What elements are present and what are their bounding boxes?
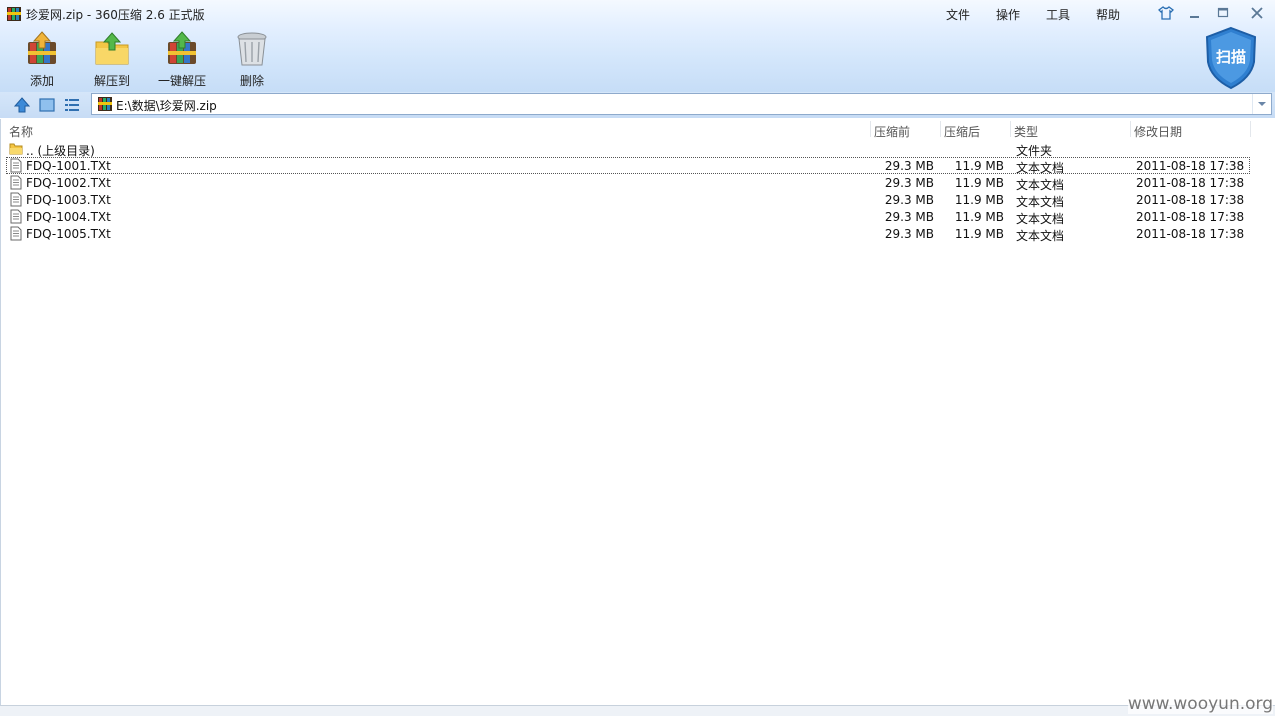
navigation-bar: E:\数据\珍爱网.zip xyxy=(0,92,1275,118)
one-click-extract-button[interactable]: 一键解压 xyxy=(150,30,214,89)
file-row[interactable]: FDQ-1002.TXt 29.3 MB 11.9 MB 文本文档 2011-08-18… xyxy=(6,174,1250,192)
delete-label: 删除 xyxy=(239,74,264,88)
column-name[interactable]: 名称 xyxy=(9,123,33,140)
status-bar xyxy=(0,705,1275,716)
file-row[interactable]: FDQ-1005.TXt 29.3 MB 11.9 MB 文本文档 2011-08-18… xyxy=(6,225,1250,243)
watermark: www.wooyun.org xyxy=(1127,694,1273,714)
menu-operation[interactable]: 操作 xyxy=(983,6,1033,23)
file-modified: 2011-08-18 17:38 xyxy=(1136,210,1245,224)
file-modified: 2011-08-18 17:38 xyxy=(1136,159,1245,173)
file-modified: 2011-08-18 17:38 xyxy=(1136,193,1245,207)
column-divider[interactable] xyxy=(1250,121,1251,137)
column-divider[interactable] xyxy=(870,121,871,137)
text-file-icon xyxy=(10,209,22,224)
file-type: 文本文档 xyxy=(1016,229,1065,243)
address-dropdown[interactable] xyxy=(1252,94,1271,114)
maximize-icon xyxy=(1217,7,1229,18)
minimize-icon xyxy=(1190,16,1199,18)
menu-tools[interactable]: 工具 xyxy=(1033,6,1083,23)
one-click-extract-label: 一键解压 xyxy=(157,74,206,88)
file-name: FDQ-1001.TXt xyxy=(26,159,111,173)
close-button[interactable] xyxy=(1245,4,1269,22)
file-name: FDQ-1002.TXt xyxy=(26,176,111,190)
extract-to-label: 解压到 xyxy=(93,74,130,88)
column-modified[interactable]: 修改日期 xyxy=(1134,123,1182,140)
column-divider[interactable] xyxy=(1130,121,1131,137)
maximize-button[interactable] xyxy=(1211,4,1235,22)
file-size-after: 11.9 MB xyxy=(954,210,1004,224)
column-divider[interactable] xyxy=(1010,121,1011,137)
archive-icon xyxy=(98,97,112,111)
extract-folder-icon xyxy=(95,32,129,65)
address-path: E:\数据\珍爱网.zip xyxy=(116,99,217,113)
file-row[interactable]: FDQ-1001.TXt 29.3 MB 11.9 MB 文本文档 2011-08-18… xyxy=(6,157,1250,175)
add-archive-icon xyxy=(28,31,56,64)
menu-bar: 文件 操作 工具 帮助 xyxy=(933,6,1133,23)
file-name: FDQ-1005.TXt xyxy=(26,227,111,241)
add-button[interactable]: 添加 xyxy=(10,30,74,89)
menu-help[interactable]: 帮助 xyxy=(1083,6,1133,23)
file-name: FDQ-1004.TXt xyxy=(26,210,111,224)
file-modified: 2011-08-18 17:38 xyxy=(1136,176,1245,190)
text-file-icon xyxy=(10,175,22,190)
up-arrow-icon[interactable] xyxy=(13,96,31,114)
file-modified: 2011-08-18 17:38 xyxy=(1136,227,1245,241)
large-icon-view-icon[interactable] xyxy=(38,96,56,114)
folder-icon xyxy=(9,143,23,155)
file-size-after: 11.9 MB xyxy=(954,159,1004,173)
file-size-after: 11.9 MB xyxy=(954,176,1004,190)
column-divider[interactable] xyxy=(940,121,941,137)
text-file-icon xyxy=(10,192,22,207)
file-row[interactable]: FDQ-1003.TXt 29.3 MB 11.9 MB 文本文档 2011-08-18… xyxy=(6,191,1250,209)
file-size-before: 29.3 MB xyxy=(884,210,934,224)
text-file-icon xyxy=(10,158,22,173)
column-type[interactable]: 类型 xyxy=(1014,123,1038,140)
close-icon xyxy=(1251,7,1263,19)
file-row[interactable]: FDQ-1004.TXt 29.3 MB 11.9 MB 文本文档 2011-08-18… xyxy=(6,208,1250,226)
chevron-down-icon xyxy=(1258,102,1266,106)
skin-button[interactable] xyxy=(1154,4,1178,22)
column-size-after[interactable]: 压缩后 xyxy=(944,123,980,140)
one-click-extract-icon xyxy=(168,31,196,64)
parent-directory-row[interactable]: .. (上级目录) 文件夹 xyxy=(6,140,1250,158)
app-archive-icon xyxy=(7,7,21,21)
delete-button[interactable]: 删除 xyxy=(220,30,284,89)
scan-label: 扫描 xyxy=(1215,48,1246,66)
address-bar[interactable]: E:\数据\珍爱网.zip xyxy=(91,93,1272,115)
file-name: FDQ-1003.TXt xyxy=(26,193,111,207)
add-label: 添加 xyxy=(29,74,54,88)
window-title: 珍爱网.zip - 360压缩 2.6 正式版 xyxy=(26,8,205,22)
file-size-before: 29.3 MB xyxy=(884,159,934,173)
file-size-before: 29.3 MB xyxy=(884,176,934,190)
file-size-before: 29.3 MB xyxy=(884,227,934,241)
menu-file[interactable]: 文件 xyxy=(933,6,983,23)
shirt-icon xyxy=(1158,6,1174,20)
file-list: 名称 压缩前 压缩后 类型 修改日期 .. (上级目录) 文件夹 FDQ-100… xyxy=(0,119,1275,705)
extract-to-button[interactable]: 解压到 xyxy=(80,30,144,89)
title-toolbar-area: 珍爱网.zip - 360压缩 2.6 正式版 文件 操作 工具 帮助 添加 解… xyxy=(0,0,1275,92)
text-file-icon xyxy=(10,226,22,241)
scan-button[interactable]: 扫描 xyxy=(1204,26,1258,90)
minimize-button[interactable] xyxy=(1183,4,1207,22)
column-size-before[interactable]: 压缩前 xyxy=(874,123,910,140)
file-size-before: 29.3 MB xyxy=(884,193,934,207)
trash-icon xyxy=(237,32,267,66)
file-size-after: 11.9 MB xyxy=(954,193,1004,207)
list-view-icon[interactable] xyxy=(63,96,81,114)
list-header: 名称 压缩前 压缩后 类型 修改日期 xyxy=(1,119,1275,140)
file-size-after: 11.9 MB xyxy=(954,227,1004,241)
